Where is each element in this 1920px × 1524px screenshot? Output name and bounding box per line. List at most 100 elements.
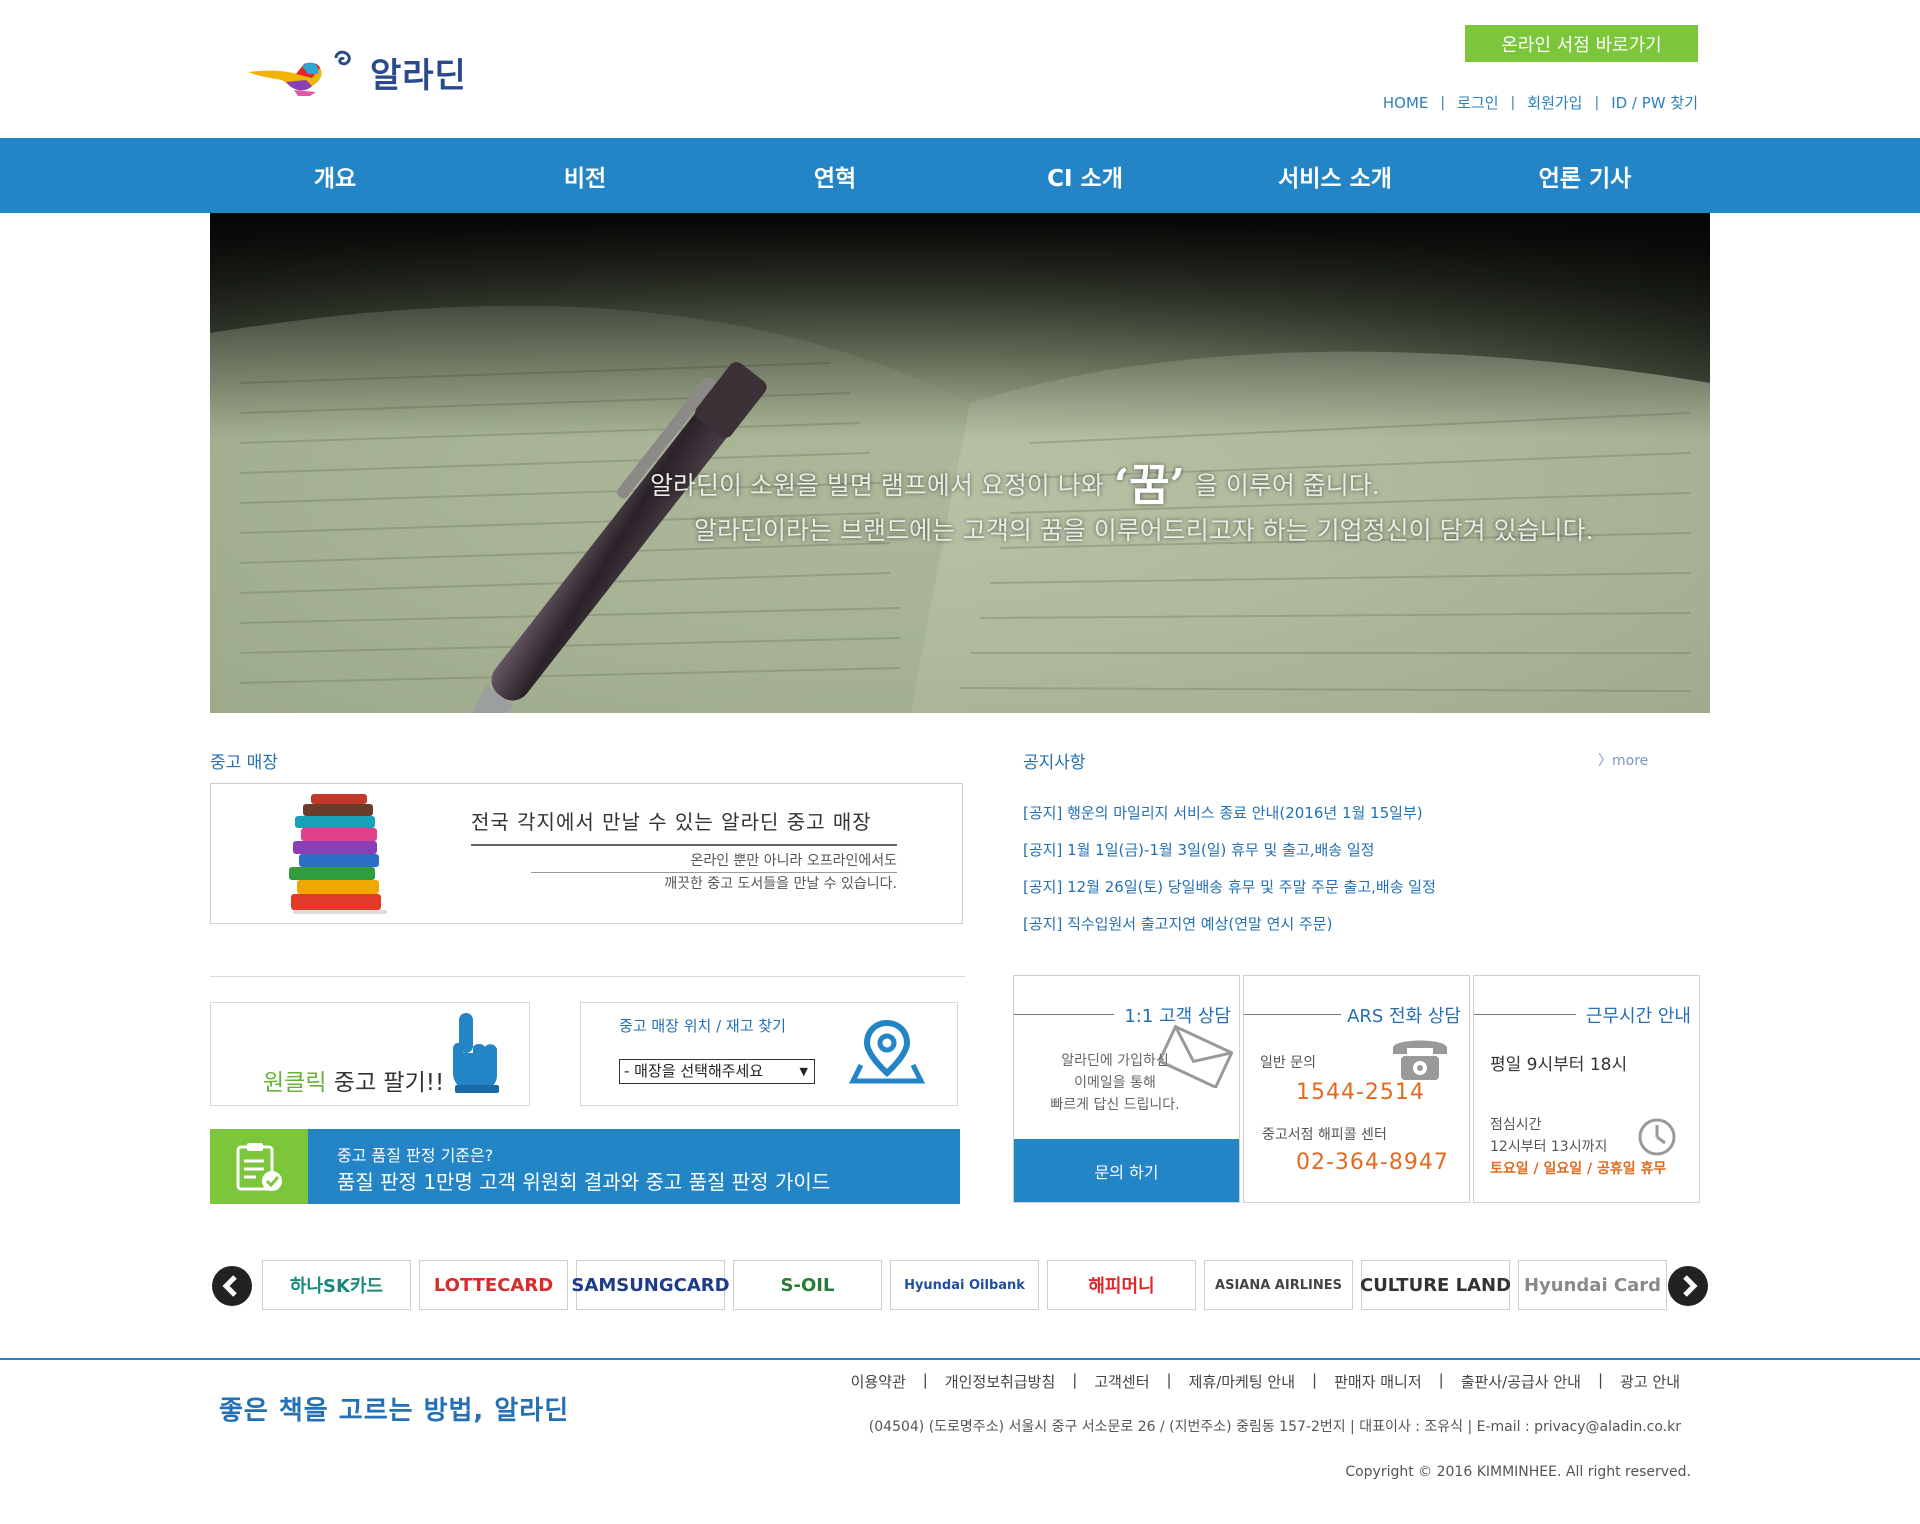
notice-item[interactable]: [공지] 12월 26일(토) 당일배송 휴무 및 주말 주문 출고,배송 일정 — [1023, 875, 1436, 912]
cs-desc-line2: 이메일을 통해 — [1074, 1075, 1156, 1091]
magic-lamp-icon — [248, 50, 351, 96]
footer-link[interactable]: 광고 안내 — [1620, 1371, 1680, 1392]
chevron-left-icon — [222, 1275, 237, 1297]
aladin-logo[interactable]: 알라딘 — [246, 44, 486, 100]
store-finder: 중고 매장 위치 / 재고 찾기 - 매장을 선택해주세요 ▼ — [580, 1002, 958, 1106]
footer-link[interactable]: 개인정보취급방침 — [945, 1371, 1055, 1392]
header-rule — [1474, 1014, 1576, 1015]
notice-item[interactable]: [공지] 1월 1일(금)-1월 3일(일) 휴무 및 출고,배송 일정 — [1023, 838, 1436, 875]
used-sell-label: 중고 팔기!! — [326, 1070, 445, 1096]
logo-text: 알라딘 — [370, 55, 467, 96]
working-hours-card: 근무시간 안내 평일 9시부터 18시 점심시간 12시부터 13시까지 토요일… — [1473, 975, 1700, 1203]
partner-logo[interactable]: CULTURE LAND — [1360, 1260, 1511, 1310]
notice-item[interactable]: [공지] 직수입원서 출고지연 예상(연말 연시 주문) — [1023, 912, 1436, 949]
notice-more-link[interactable]: 〉more — [1598, 750, 1648, 770]
hero-headline: 알라딘이 소원을 빌면 램프에서 요정이 나와 ‘꿈’ 을 이루어 줍니다. — [650, 443, 1380, 511]
general-inquiry-label: 일반 문의 — [1260, 1055, 1316, 1071]
one-click-sell-banner[interactable]: 원클릭 중고 팔기!! — [210, 1002, 530, 1106]
used-store-heading: 전국 각지에서 만날 수 있는 알라딘 중고 매장 — [471, 806, 897, 846]
cs-desc-line1: 알라딘에 가입하신 — [1061, 1053, 1169, 1069]
footer-link[interactable]: 제휴/마케팅 안내 — [1189, 1371, 1295, 1392]
one-click-label: 원클릭 — [263, 1070, 327, 1096]
notice-item[interactable]: [공지] 행운의 마일리지 서비스 종료 안내(2016년 1월 15일부) — [1023, 801, 1436, 838]
nav-item-overview[interactable]: 개요 — [210, 138, 460, 213]
footer-link[interactable]: 판매자 매니저 — [1334, 1371, 1422, 1392]
link-separator: | — [1510, 94, 1516, 111]
login-link[interactable]: 로그인 — [1457, 92, 1498, 113]
nav-item-ci[interactable]: CI 소개 — [960, 138, 1210, 213]
footer-link[interactable]: 이용약관 — [851, 1371, 906, 1392]
carousel-next-button[interactable] — [1668, 1266, 1708, 1306]
pointing-hand-icon — [453, 1013, 499, 1093]
header-rule — [1014, 1014, 1114, 1015]
map-pin-icon[interactable] — [849, 1019, 925, 1085]
nav-item-vision[interactable]: 비전 — [460, 138, 710, 213]
book-stack-icon — [289, 794, 387, 914]
main-nav: 개요 비전 연혁 CI 소개 서비스 소개 언론 기사 — [0, 138, 1920, 213]
partner-logo[interactable]: Hyundai Card — [1518, 1260, 1667, 1310]
general-inquiry-number[interactable]: 1544-2514 — [1296, 1080, 1425, 1105]
chevron-right-icon — [1683, 1275, 1698, 1297]
cs-consult-card: 1:1 고객 상담 알라딘에 가입하신 이메일을 통해 빠르게 답신 드립니다.… — [1013, 975, 1240, 1203]
clock-icon — [1638, 1118, 1676, 1156]
lunch-label: 점심시간 — [1490, 1117, 1542, 1133]
happycall-number[interactable]: 02-364-8947 — [1296, 1150, 1449, 1175]
nav-item-history[interactable]: 연혁 — [710, 138, 960, 213]
happycall-label: 중고서점 해피콜 센터 — [1262, 1127, 1387, 1143]
footer-copyright: Copyright © 2016 KIMMINHEE. All right re… — [1345, 1464, 1691, 1480]
lunch-time: 12시부터 13시까지 — [1490, 1139, 1608, 1155]
nav-item-press[interactable]: 언론 기사 — [1460, 138, 1710, 213]
inquiry-button[interactable]: 문의 하기 — [1014, 1139, 1239, 1202]
used-store-desc-line1: 온라인 뿐만 아니라 오프라인에서도 — [531, 850, 897, 873]
telephone-icon — [1393, 1040, 1447, 1080]
store-select[interactable]: - 매장을 선택해주세요 ▼ — [619, 1059, 815, 1084]
link-separator: | — [1440, 94, 1446, 111]
link-separator: | — [1438, 1371, 1444, 1389]
ars-phone-card: ARS 전화 상담 일반 문의 1544-2514 중고서점 해피콜 센터 02… — [1243, 975, 1470, 1203]
signup-link[interactable]: 회원가입 — [1527, 92, 1582, 113]
nav-item-services[interactable]: 서비스 소개 — [1210, 138, 1460, 213]
notice-title: 공지사항 — [1023, 753, 1086, 773]
header-rule — [1244, 1014, 1344, 1015]
link-separator: | — [1166, 1371, 1172, 1389]
one-click-sell-text: 원클릭 중고 팔기!! — [263, 1063, 444, 1097]
quality-question: 중고 품질 판정 기준은? — [337, 1146, 494, 1165]
used-store-description: 온라인 뿐만 아니라 오프라인에서도 깨끗한 중고 도서들을 만날 수 있습니다… — [531, 850, 897, 895]
store-finder-title: 중고 매장 위치 / 재고 찾기 — [619, 1017, 786, 1035]
quality-guide-banner[interactable]: 중고 품질 판정 기준은? 품질 판정 1만명 고객 위원회 결과와 중고 품질… — [210, 1129, 960, 1204]
hero-line1-before: 알라딘이 소원을 빌면 램프에서 요정이 나와 — [650, 471, 1104, 500]
top-utility-links: HOME | 로그인 | 회원가입 | ID / PW 찾기 — [1383, 92, 1698, 113]
footer-link[interactable]: 출판사/공급사 안내 — [1461, 1371, 1581, 1392]
quality-icon-box — [210, 1129, 308, 1204]
hero-keyword: ‘꿈’ — [1113, 460, 1185, 511]
partner-logo[interactable]: 하나SK카드 — [262, 1260, 411, 1310]
cs-consult-description: 알라딘에 가입하신 이메일을 통해 빠르게 답신 드립니다. — [1040, 1050, 1190, 1116]
partner-logo[interactable]: ASIANA AIRLINES — [1204, 1260, 1353, 1310]
quality-guide-text: 품질 판정 1만명 고객 위원회 결과와 중고 품질 판정 가이드 — [337, 1170, 831, 1194]
working-hours-title: 근무시간 안내 — [1579, 1002, 1691, 1028]
find-id-pw-link[interactable]: ID / PW 찾기 — [1611, 92, 1698, 113]
section-divider — [210, 976, 965, 977]
home-link[interactable]: HOME — [1383, 94, 1429, 112]
used-store-title: 중고 매장 — [210, 753, 278, 773]
card-header: 1:1 고객 상담 — [1014, 1002, 1239, 1028]
partner-logo[interactable]: SAMSUNGCARD — [571, 1260, 730, 1310]
store-select-value: - 매장을 선택해주세요 — [624, 1062, 764, 1080]
clipboard-check-icon — [236, 1143, 282, 1191]
partner-logo[interactable]: LOTTECARD — [419, 1260, 568, 1310]
online-store-button[interactable]: 온라인 서점 바로가기 — [1465, 25, 1698, 62]
footer-slogan: 좋은 책을 고르는 방법, 알라딘 — [219, 1396, 570, 1426]
card-header: 근무시간 안내 — [1474, 1002, 1699, 1028]
more-label: more — [1612, 753, 1649, 769]
footer-link[interactable]: 고객센터 — [1094, 1371, 1149, 1392]
used-store-banner[interactable]: 전국 각지에서 만날 수 있는 알라딘 중고 매장 온라인 뿐만 아니라 오프라… — [210, 783, 963, 924]
footer-divider — [0, 1358, 1920, 1360]
partner-logo[interactable]: 해피머니 — [1047, 1260, 1196, 1310]
link-separator: | — [1312, 1371, 1318, 1389]
partner-logo[interactable]: Hyundai Oilbank — [890, 1260, 1039, 1310]
partner-logo[interactable]: S-OIL — [733, 1260, 882, 1310]
weekday-hours: 평일 9시부터 18시 — [1490, 1055, 1628, 1075]
footer-links: 이용약관 | 개인정보취급방침 | 고객센터 | 제휴/마케팅 안내 | 판매자 매니저 | 출판사… — [851, 1371, 1680, 1392]
used-store-desc-line2: 깨끗한 중고 도서들을 만날 수 있습니다. — [664, 876, 897, 892]
carousel-prev-button[interactable] — [212, 1266, 252, 1306]
